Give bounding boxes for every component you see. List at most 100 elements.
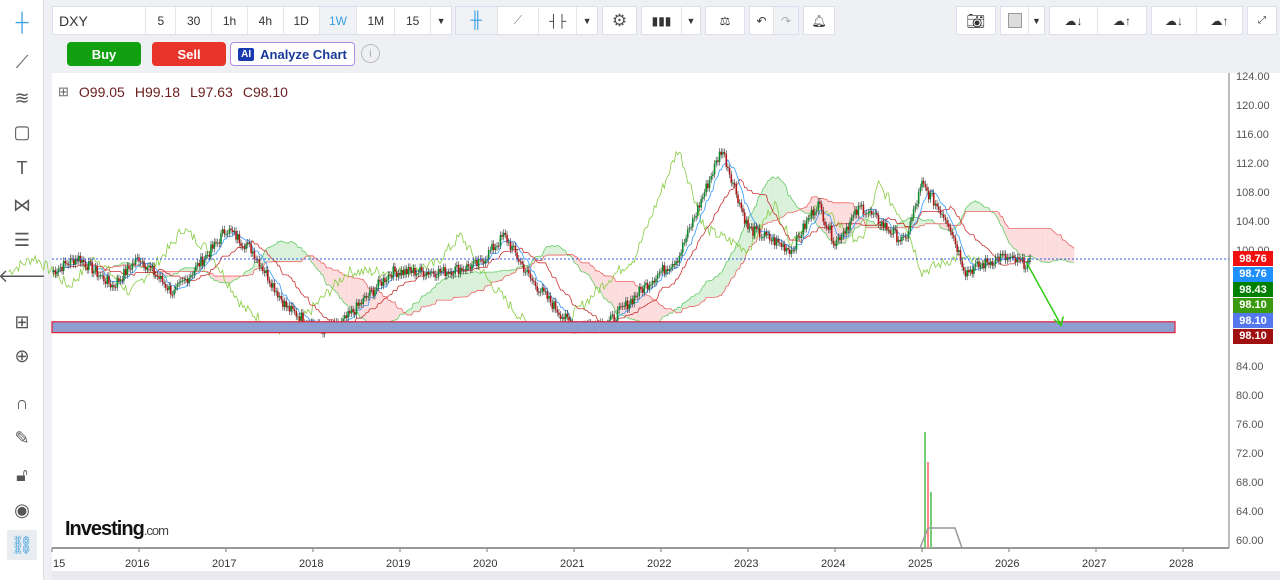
candle-body [778,242,781,244]
ichimoku-cloud-segment [870,221,872,228]
ichimoku-cloud-segment [359,278,362,318]
candle-body [727,166,729,169]
candle-body [611,314,614,316]
candle-body [457,264,460,275]
candle-body [646,282,649,290]
candle-body [54,270,57,275]
expand-legend-icon[interactable]: ⊞ [58,84,69,100]
ichimoku-cloud-segment [664,308,667,317]
candle-body [937,206,940,210]
candle-body [288,305,291,312]
candle-body [539,291,542,293]
candle-body [208,254,211,257]
candle-body [109,283,112,288]
candle-body [822,210,825,222]
candle-body [690,227,692,229]
candle-body [164,284,167,288]
x-tick-label: 2016 [125,558,149,570]
candle-body [362,298,364,305]
candle-body [623,305,625,307]
candle-body [986,258,989,263]
candle-body [797,235,799,237]
ichimoku-cloud-segment [697,292,700,306]
ichimoku-cloud-segment [364,282,367,323]
candle-body [1013,255,1015,259]
ichimoku-cloud-segment [446,277,449,301]
candle-body [906,237,908,239]
candle-body [681,242,684,253]
candle-body [417,272,420,274]
ichimoku-cloud-segment [445,278,447,301]
candle-body [405,268,408,275]
candle-body [430,271,433,273]
candle-body [370,289,373,291]
candle-body [735,184,738,195]
candle-body [216,242,219,244]
candle-body [956,244,958,252]
candle-body [737,194,739,204]
candle-body [166,287,169,290]
candle-body [777,239,779,243]
kijun-line [51,179,1031,326]
ichimoku-cloud-segment [498,270,501,282]
candle-body [758,228,761,238]
candle-body [111,285,114,288]
ichimoku-cloud-segment [783,182,785,218]
ichimoku-cloud-segment [433,287,436,305]
candle-body [897,239,900,243]
ichimoku-cloud-segment [587,262,590,275]
ichimoku-cloud-segment [1024,228,1026,257]
candle-body [748,226,751,230]
candle-body [538,291,540,293]
candle-body [809,217,811,219]
candle-body [976,261,979,264]
ichimoku-cloud-segment [557,245,559,256]
candle-body [444,267,446,276]
candle-body [1018,257,1020,260]
candle-body [855,209,858,215]
candle-body [409,267,411,271]
candle-body [810,209,813,218]
ichimoku-cloud-segment [702,285,705,302]
candle-body [258,259,261,268]
candle-body [944,217,947,221]
candle-body [825,225,828,228]
ichimoku-cloud-segment [463,273,466,297]
candle-body [354,312,356,315]
ichimoku-cloud-segment [478,272,481,291]
candle-body [660,271,662,273]
candle-body [676,261,679,263]
candle-body [886,223,888,230]
candle-body [904,236,907,238]
candle-body [805,220,808,229]
candle-body [554,301,557,310]
candle-body [529,273,532,279]
candle-body [717,160,719,163]
candle-body [507,241,510,243]
candle-body [169,285,172,295]
candle-body [427,271,430,275]
ichimoku-cloud-segment [1052,230,1055,261]
candle-body [902,236,905,238]
candle-body [195,265,197,271]
candle-body [952,235,955,238]
candle-body [708,179,711,189]
ichimoku-cloud-segment [493,271,496,282]
ichimoku-cloud-segment [1057,234,1060,261]
candle-body [297,316,299,318]
candle-body [121,279,124,281]
ichimoku-cloud-segment [1054,231,1056,261]
candle-body [364,296,366,299]
candle-body [832,240,835,245]
candle-body [292,305,294,310]
x-tick-label: 2024 [821,558,845,570]
x-tick-label: 2022 [647,558,671,570]
candle-body [691,218,694,228]
candle-body [799,236,801,238]
candle-body [656,274,659,279]
candle-body [419,267,421,273]
ichimoku-cloud-segment [328,267,330,286]
candle-body [658,272,661,275]
candle-body [456,264,458,267]
candle-body [921,180,923,188]
